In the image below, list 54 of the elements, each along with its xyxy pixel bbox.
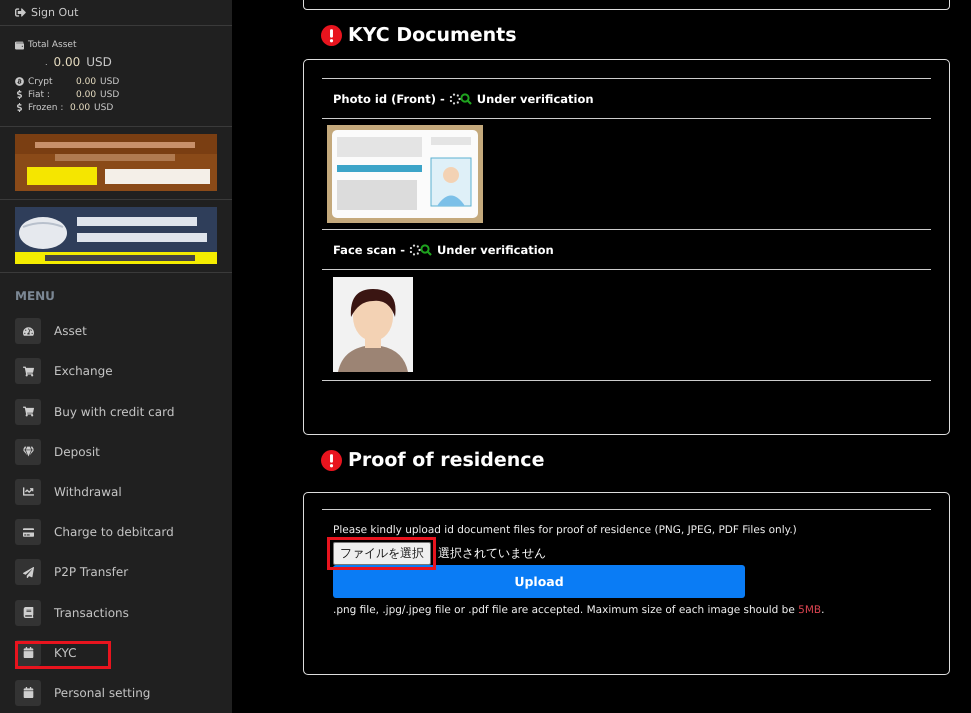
cart-icon: [15, 398, 41, 424]
pending-search-icon: [408, 242, 433, 256]
total-asset-prefix: .: [45, 58, 48, 66]
document-title: Photo id (Front) -: [333, 92, 445, 106]
dollar-icon: [15, 90, 24, 99]
balance-amount: 0.00: [70, 102, 90, 112]
total-asset-currency: USD: [86, 55, 112, 69]
dollar-icon: [15, 103, 24, 112]
wallet-icon: [15, 40, 24, 50]
paper-plane-icon: [15, 559, 41, 586]
balance-label: Frozen :: [28, 102, 64, 112]
menu-item[interactable]: Charge to debitcard: [0, 512, 232, 552]
menu-item[interactable]: KYC: [0, 632, 232, 673]
balance-label: Fiat :: [28, 90, 51, 100]
alert-icon: [321, 24, 342, 46]
choose-file-button[interactable]: ファイルを選択: [333, 542, 431, 565]
upload-button[interactable]: Upload: [333, 565, 745, 598]
menu-item[interactable]: Exchange: [0, 351, 232, 392]
balance-currency: USD: [94, 102, 114, 112]
balance-amount: 0.00: [76, 76, 96, 86]
menu-item[interactable]: Withdrawal: [0, 472, 232, 512]
chart-icon: [15, 478, 41, 505]
card-icon: [15, 519, 41, 546]
pending-search-icon: [448, 92, 473, 106]
calendar-icon: [15, 680, 41, 706]
menu-heading: MENU: [14, 288, 56, 305]
total-asset-label: Total Asset: [28, 40, 76, 50]
section-heading: KYC Documents: [348, 24, 517, 46]
balance-currency: USD: [100, 90, 120, 100]
sign-out-link[interactable]: Sign Out: [31, 6, 78, 19]
menu-item[interactable]: P2P Transfer: [0, 552, 232, 592]
status-text: Under verification: [436, 242, 554, 256]
note-text: .png file, .jpg/.jpeg file or .pdf file are accepted. Maximum size of each image should be 5MB.: [333, 604, 826, 616]
sign-out-icon: [15, 7, 26, 18]
balance-label: Crypt: [28, 76, 54, 86]
balance-amount: 0.00: [76, 90, 96, 100]
document-title: Face scan -: [333, 242, 405, 256]
status-text: Under verification: [476, 92, 594, 106]
gauge-icon: [15, 318, 41, 344]
balance-currency: USD: [100, 76, 120, 86]
menu-item[interactable]: Deposit: [0, 432, 232, 472]
file-status-text: 選択されていません: [438, 545, 546, 562]
menu-item[interactable]: Personal setting: [0, 672, 232, 713]
alert-icon: [321, 450, 342, 470]
cart-icon: [15, 358, 41, 384]
menu-item[interactable]: Asset: [0, 311, 232, 352]
book-icon: [15, 600, 41, 626]
menu-item[interactable]: Buy with credit card: [0, 391, 232, 432]
instruction-text: Please kindly upload id document files for proof of residence (PNG, JPEG, PDF Files only.): [333, 524, 798, 536]
gem-icon: [15, 438, 41, 465]
total-asset-amount: 0.00: [54, 55, 80, 69]
menu-item[interactable]: Transactions: [0, 592, 232, 633]
bitcoin-icon: [15, 77, 24, 86]
section-heading: Proof of residence: [348, 449, 544, 471]
